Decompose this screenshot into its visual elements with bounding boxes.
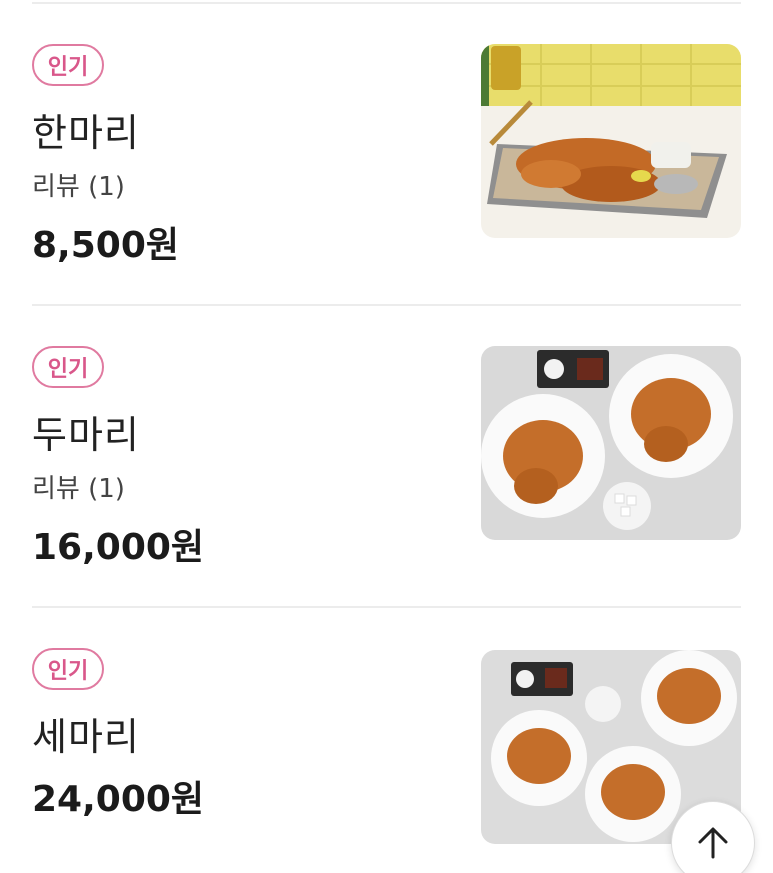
divider	[32, 304, 741, 306]
menu-item-name: 한마리	[32, 111, 140, 155]
menu-item-three[interactable]: 인기 세마리 24,000원	[32, 648, 741, 844]
one-chicken-photo	[481, 44, 741, 238]
menu-item-price: 8,500원	[32, 225, 179, 266]
two-chicken-photo	[481, 346, 741, 540]
menu-list-page: 인기 한마리 리뷰 (1) 8,500원 인기 두마리 리뷰 (1) 16,00…	[0, 0, 773, 873]
menu-item-two[interactable]: 인기 두마리 리뷰 (1) 16,000원	[32, 346, 741, 568]
menu-item-one[interactable]: 인기 한마리 리뷰 (1) 8,500원	[32, 44, 741, 266]
divider	[32, 2, 741, 4]
menu-item-image[interactable]	[481, 346, 741, 540]
menu-item-name: 두마리	[32, 413, 140, 457]
menu-item-image[interactable]	[481, 44, 741, 238]
divider	[32, 606, 741, 608]
popular-badge: 인기	[32, 44, 104, 86]
menu-item-price: 24,000원	[32, 779, 205, 820]
menu-item-name: 세마리	[32, 715, 140, 759]
popular-badge: 인기	[32, 648, 104, 690]
popular-badge: 인기	[32, 346, 104, 388]
review-count[interactable]: 리뷰 (1)	[32, 166, 125, 203]
review-count[interactable]: 리뷰 (1)	[32, 468, 125, 505]
arrow-up-icon	[698, 827, 728, 859]
scroll-to-top-button[interactable]	[671, 801, 755, 873]
menu-item-price: 16,000원	[32, 527, 205, 568]
